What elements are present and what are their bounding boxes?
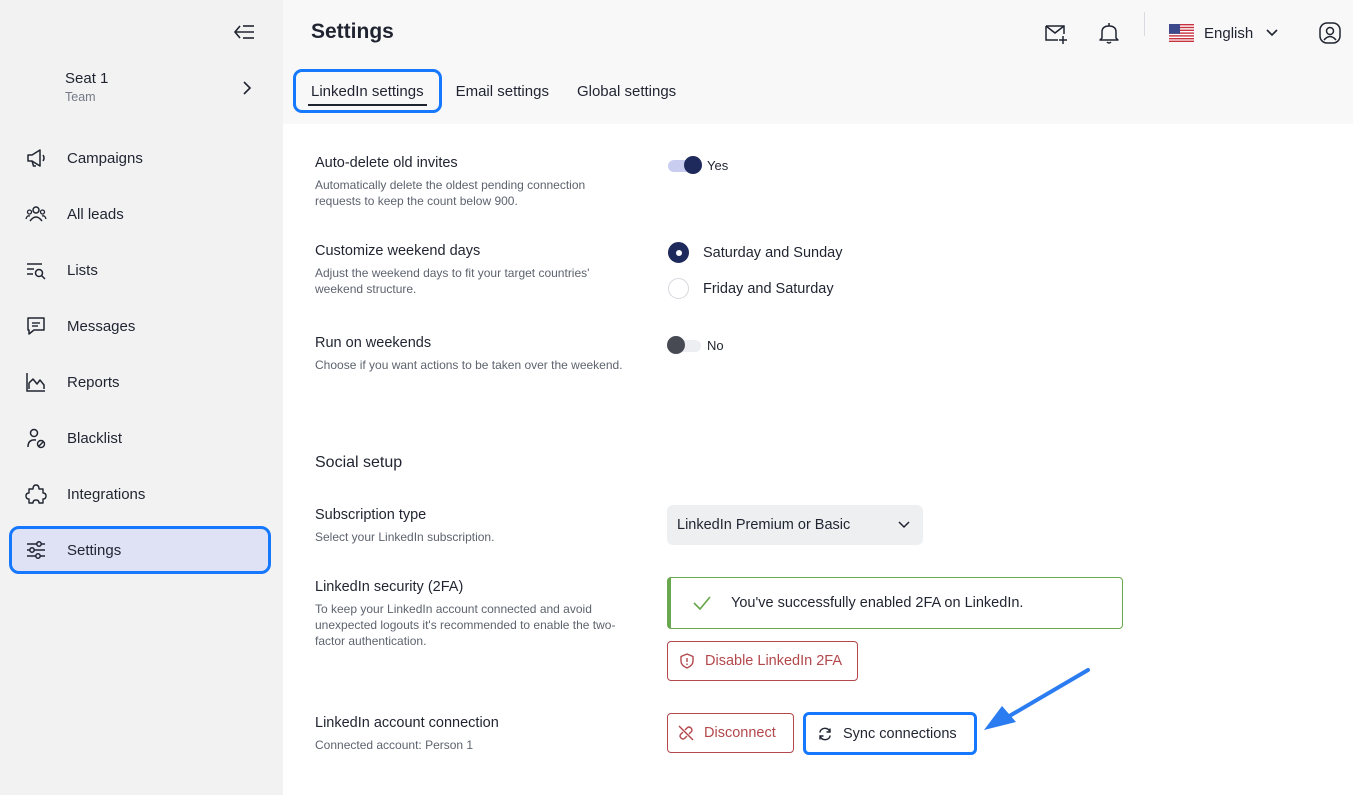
header-divider xyxy=(1144,12,1145,36)
sidebar-item-label: Lists xyxy=(67,261,98,279)
auto-delete-toggle[interactable] xyxy=(668,156,702,174)
puzzle-icon xyxy=(24,482,48,506)
callout-arrow-icon xyxy=(984,668,1090,730)
run-weekends-toggle[interactable] xyxy=(667,336,701,354)
sidebar-item-label: Campaigns xyxy=(67,149,143,167)
page-header: Settings English LinkedIn settings Email… xyxy=(283,0,1353,124)
sidebar-item-integrations[interactable]: Integrations xyxy=(9,472,271,516)
language-label: English xyxy=(1204,24,1254,42)
check-icon xyxy=(693,596,711,611)
radio-button[interactable] xyxy=(668,278,689,299)
users-icon xyxy=(24,202,48,226)
language-selector[interactable]: English xyxy=(1169,20,1279,46)
disable-2fa-label: Disable LinkedIn 2FA xyxy=(705,653,843,669)
connection-desc: Connected account: Person 1 xyxy=(315,738,474,752)
2fa-success-alert: You've successfully enabled 2FA on Linke… xyxy=(667,577,1123,629)
sidebar: Seat 1 Team Campaigns All leads Lists Me… xyxy=(0,0,283,795)
sidebar-item-settings[interactable]: Settings xyxy=(9,526,271,574)
radio-button[interactable] xyxy=(668,242,689,263)
refresh-icon xyxy=(819,727,831,740)
page-title: Settings xyxy=(311,20,394,43)
sidebar-item-all-leads[interactable]: All leads xyxy=(9,192,271,236)
disable-2fa-button[interactable]: Disable LinkedIn 2FA xyxy=(667,641,858,681)
run-weekends-value: No xyxy=(707,338,724,353)
disconnect-button[interactable]: Disconnect xyxy=(667,713,794,753)
megaphone-icon xyxy=(24,146,48,170)
message-icon xyxy=(24,314,48,338)
subscription-title: Subscription type xyxy=(315,507,427,523)
chevron-right-icon xyxy=(243,81,252,95)
sidebar-item-label: All leads xyxy=(67,205,124,223)
collapse-sidebar-icon[interactable] xyxy=(232,20,258,44)
weekend-option-sat-sun[interactable]: Saturday and Sunday xyxy=(668,242,842,263)
chevron-down-icon xyxy=(898,521,910,529)
sidebar-item-campaigns[interactable]: Campaigns xyxy=(9,136,271,180)
subscription-value: LinkedIn Premium or Basic xyxy=(677,517,851,533)
sidebar-item-label: Integrations xyxy=(67,485,146,503)
sidebar-item-messages[interactable]: Messages xyxy=(9,304,271,348)
weekend-days-title: Customize weekend days xyxy=(315,243,481,259)
sidebar-item-reports[interactable]: Reports xyxy=(9,360,271,404)
mail-add-icon[interactable] xyxy=(1043,20,1069,46)
sidebar-item-label: Blacklist xyxy=(67,429,123,447)
sidebar-item-blacklist[interactable]: Blacklist xyxy=(9,416,271,460)
sync-connections-button[interactable]: Sync connections xyxy=(803,712,977,755)
radio-label: Saturday and Sunday xyxy=(703,244,843,261)
shield-icon xyxy=(680,653,694,669)
seat-switcher[interactable]: Seat 1 Team xyxy=(65,70,265,110)
us-flag-icon xyxy=(1169,24,1194,42)
connection-title: LinkedIn account connection xyxy=(315,715,499,731)
auto-delete-value: Yes xyxy=(707,158,729,173)
weekend-days-desc: Adjust the weekend days to fit your targ… xyxy=(315,266,590,296)
2fa-success-message: You've successfully enabled 2FA on Linke… xyxy=(731,595,1024,611)
seat-type: Team xyxy=(65,90,96,104)
weekend-option-fri-sat[interactable]: Friday and Saturday xyxy=(668,278,834,299)
bell-icon[interactable] xyxy=(1096,20,1122,46)
list-search-icon xyxy=(24,258,48,282)
user-block-icon xyxy=(24,426,48,450)
tab-email-settings[interactable]: Email settings xyxy=(442,69,563,113)
chart-icon xyxy=(24,370,48,394)
chevron-down-icon xyxy=(1266,29,1278,37)
sync-connections-label: Sync connections xyxy=(843,725,957,742)
user-account-icon[interactable] xyxy=(1317,20,1343,46)
tab-global-settings[interactable]: Global settings xyxy=(563,69,690,113)
security-title: LinkedIn security (2FA) xyxy=(315,579,464,595)
auto-delete-title: Auto-delete old invites xyxy=(315,155,458,171)
subscription-select[interactable]: LinkedIn Premium or Basic xyxy=(667,505,923,545)
seat-name: Seat 1 xyxy=(65,70,109,87)
radio-label: Friday and Saturday xyxy=(703,280,834,297)
auto-delete-desc: Automatically delete the oldest pending … xyxy=(315,178,586,208)
disconnect-label: Disconnect xyxy=(704,725,776,741)
run-weekends-title: Run on weekends xyxy=(315,335,432,351)
sliders-icon xyxy=(24,538,48,562)
sidebar-item-label: Settings xyxy=(67,541,122,559)
tab-linkedin-settings[interactable]: LinkedIn settings xyxy=(293,69,442,113)
settings-tabs: LinkedIn settings Email settings Global … xyxy=(293,67,690,115)
unlink-icon xyxy=(678,725,694,741)
sidebar-item-label: Reports xyxy=(67,373,120,391)
security-desc: To keep your LinkedIn account connected … xyxy=(315,602,616,648)
social-setup-heading: Social setup xyxy=(315,454,403,471)
subscription-desc: Select your LinkedIn subscription. xyxy=(315,530,495,544)
run-weekends-desc: Choose if you want actions to be taken o… xyxy=(315,358,623,372)
sidebar-item-label: Messages xyxy=(67,317,136,335)
sidebar-item-lists[interactable]: Lists xyxy=(9,248,271,292)
